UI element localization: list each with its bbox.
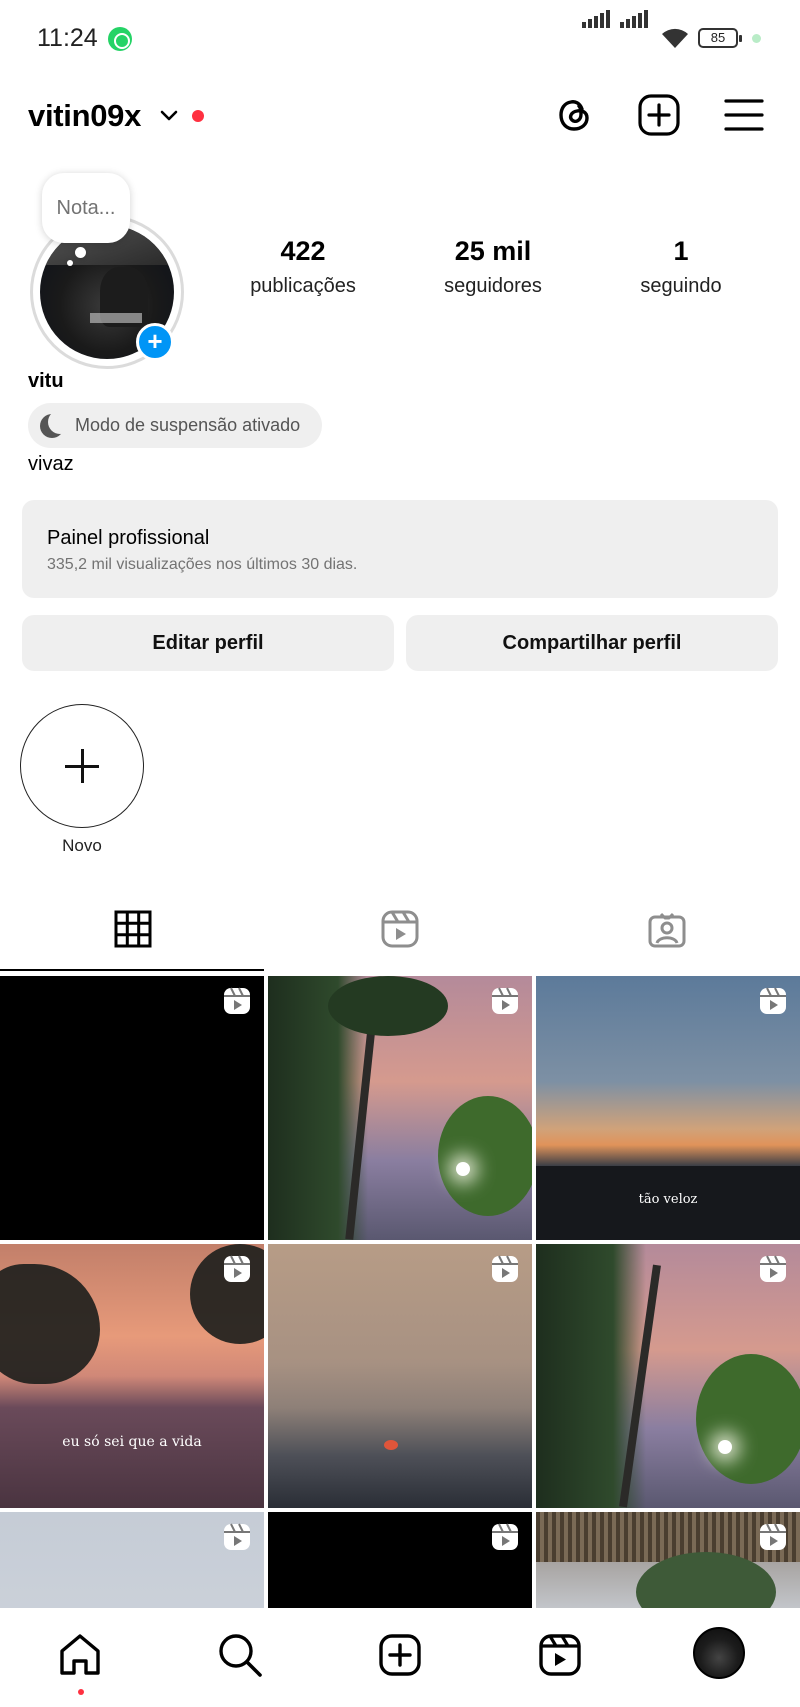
moon-icon xyxy=(40,410,72,438)
pro-panel-subtitle: 335,2 mil visualizações nos últimos 30 d… xyxy=(47,556,358,573)
reel-badge-icon xyxy=(490,1522,520,1557)
tab-tagged[interactable] xyxy=(534,895,800,970)
new-highlight-button[interactable] xyxy=(20,704,144,828)
grid-post[interactable] xyxy=(268,1244,532,1508)
grid-post[interactable] xyxy=(536,1512,800,1608)
note-bubble-tail xyxy=(75,247,86,258)
reel-badge-icon xyxy=(222,986,252,1021)
home-notification-dot xyxy=(78,1689,84,1695)
tab-grid[interactable] xyxy=(0,895,266,971)
add-story-button[interactable]: + xyxy=(136,323,174,361)
note-placeholder: Nota... xyxy=(56,197,116,219)
reels-icon xyxy=(381,910,419,948)
professional-dashboard[interactable]: Painel profissional 335,2 mil visualizaç… xyxy=(22,500,778,598)
home-icon[interactable] xyxy=(55,1630,105,1680)
grid-post[interactable] xyxy=(0,976,264,1240)
profile-nav-avatar[interactable] xyxy=(693,1627,745,1679)
whatsapp-notification-icon xyxy=(108,27,132,51)
display-name: vitu xyxy=(28,370,64,392)
followers-label: seguidores xyxy=(444,275,542,297)
followers-stat[interactable]: 25 mil seguidores xyxy=(408,236,578,298)
grid-post[interactable] xyxy=(268,976,532,1240)
reel-badge-icon xyxy=(490,986,520,1021)
profile-header: vitin09x xyxy=(0,78,800,158)
active-tab-underline xyxy=(0,969,264,971)
battery-indicator: 85 xyxy=(698,28,742,48)
bio-text: vivaz xyxy=(28,453,74,475)
create-icon[interactable] xyxy=(375,1630,425,1680)
following-label: seguindo xyxy=(640,275,722,297)
grid-post[interactable] xyxy=(536,1244,800,1508)
account-notification-dot xyxy=(192,110,204,122)
sleep-mode-text: Modo de suspensão ativado xyxy=(75,415,301,435)
create-post-icon[interactable] xyxy=(636,92,682,138)
grid-post[interactable]: tão veloz xyxy=(536,976,800,1240)
status-time: 11:24 xyxy=(37,24,98,52)
following-count: 1 xyxy=(673,236,689,266)
reel-badge-icon xyxy=(758,986,788,1021)
posts-count: 422 xyxy=(280,236,326,266)
search-icon[interactable] xyxy=(215,1630,265,1680)
posts-stat[interactable]: 422 publicações xyxy=(218,236,388,298)
note-bubble-tail-small xyxy=(67,260,73,266)
posts-label: publicações xyxy=(250,275,356,297)
grid-post[interactable] xyxy=(268,1512,532,1608)
posts-grid: tão veloz eu só sei que a vida xyxy=(0,976,800,1608)
reel-badge-icon xyxy=(758,1522,788,1557)
pro-panel-title: Painel profissional xyxy=(47,527,210,549)
followers-count: 25 mil xyxy=(454,236,532,266)
privacy-dot xyxy=(752,34,761,43)
following-stat[interactable]: 1 seguindo xyxy=(596,236,766,298)
edit-profile-button[interactable]: Editar perfil xyxy=(22,615,394,671)
account-username[interactable]: vitin09x xyxy=(28,98,141,134)
share-profile-button[interactable]: Compartilhar perfil xyxy=(406,615,778,671)
reel-badge-icon xyxy=(758,1254,788,1289)
tagged-icon xyxy=(648,912,686,948)
note-bubble[interactable]: Nota... xyxy=(42,173,130,243)
threads-icon[interactable] xyxy=(552,92,598,138)
reels-nav-icon[interactable] xyxy=(535,1630,585,1680)
grid-post[interactable] xyxy=(0,1512,264,1608)
wifi-icon xyxy=(662,28,688,48)
reel-badge-icon xyxy=(222,1522,252,1557)
post-caption: tão veloz xyxy=(638,1192,698,1207)
post-caption: eu só sei que a vida xyxy=(62,1434,202,1450)
status-bar: 11:24 85 xyxy=(0,0,800,78)
sleep-mode-chip[interactable]: Modo de suspensão ativado xyxy=(28,403,322,448)
reel-badge-icon xyxy=(222,1254,252,1289)
bottom-navigation xyxy=(0,1608,800,1707)
new-highlight-label: Novo xyxy=(62,836,102,855)
menu-icon[interactable] xyxy=(721,92,767,138)
grid-post[interactable]: eu só sei que a vida xyxy=(0,1244,264,1508)
reel-badge-icon xyxy=(490,1254,520,1289)
tab-reels[interactable] xyxy=(267,895,533,970)
chevron-down-icon[interactable] xyxy=(158,104,180,126)
grid-icon xyxy=(114,910,152,948)
content-tabs xyxy=(0,895,800,972)
